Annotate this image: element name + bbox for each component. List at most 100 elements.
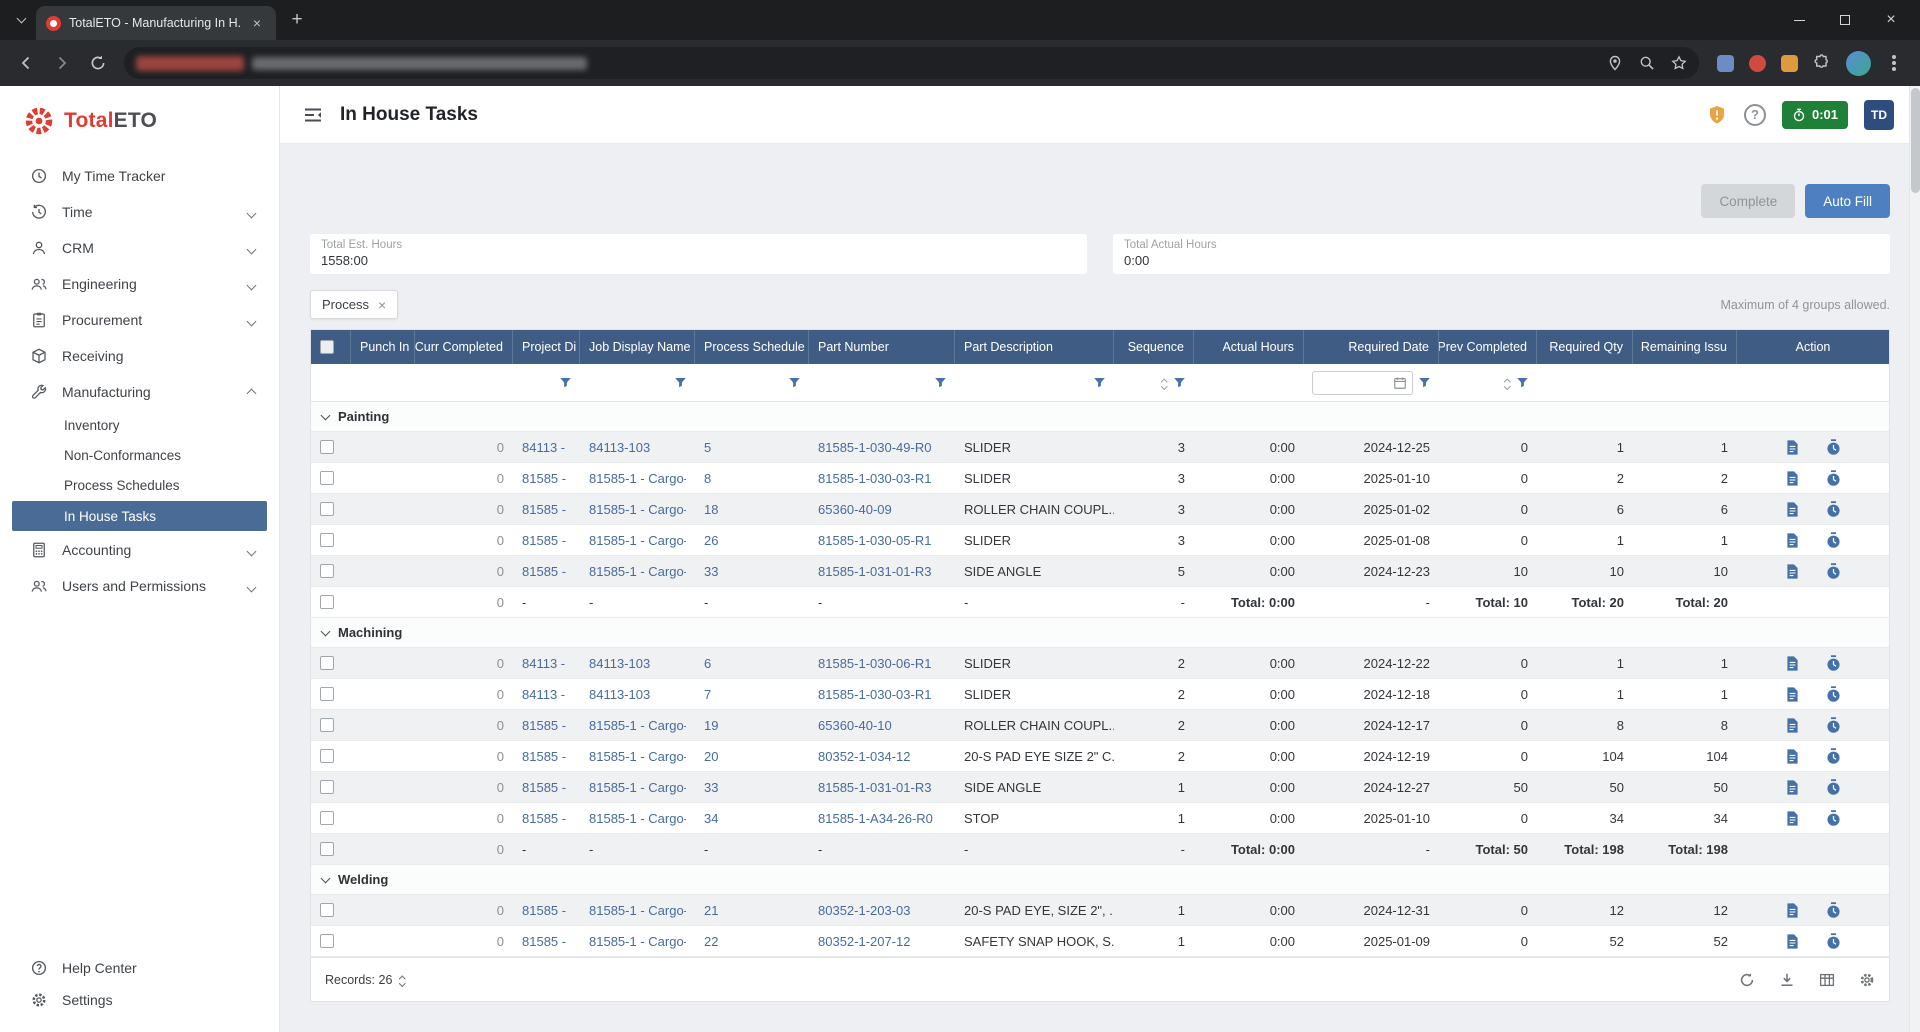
part-link[interactable]: 81585-1-A34-26-R0 [818, 811, 933, 826]
sched-link[interactable]: 22 [704, 934, 718, 949]
punch-clock-icon[interactable] [1825, 686, 1842, 703]
sched-link[interactable]: 19 [704, 718, 718, 733]
scrollbar-thumb[interactable] [1911, 88, 1920, 193]
sched-link[interactable]: 6 [704, 656, 711, 671]
job-link[interactable]: 81585-1 - Cargo- [589, 533, 686, 548]
sched-link[interactable]: 26 [704, 533, 718, 548]
punch-clock-icon[interactable] [1825, 532, 1842, 549]
row-checkbox[interactable] [320, 811, 334, 825]
document-icon[interactable] [1784, 655, 1801, 672]
part-link[interactable]: 81585-1-031-01-R3 [818, 780, 931, 795]
project-link[interactable]: 81585 - [522, 533, 566, 548]
job-link[interactable]: 81585-1 - Cargo- [589, 471, 686, 486]
project-link[interactable]: 81585 - [522, 471, 566, 486]
job-link[interactable]: 81585-1 - Cargo- [589, 934, 686, 949]
filter-sched-icon[interactable] [788, 376, 801, 389]
zoom-icon[interactable] [1639, 55, 1655, 71]
filter-project-icon[interactable] [559, 376, 572, 389]
sched-link[interactable]: 33 [704, 564, 718, 579]
document-icon[interactable] [1784, 439, 1801, 456]
extension-icon[interactable] [1717, 55, 1734, 72]
bookmark-star-icon[interactable] [1671, 55, 1687, 71]
job-link[interactable]: 81585-1 - Cargo- [589, 564, 686, 579]
filter-desc-icon[interactable] [1093, 376, 1106, 389]
extension-icon[interactable] [1781, 55, 1798, 72]
document-icon[interactable] [1784, 563, 1801, 580]
project-link[interactable]: 84113 - [522, 656, 565, 671]
document-icon[interactable] [1784, 933, 1801, 950]
row-checkbox[interactable] [320, 502, 334, 516]
chip-close-icon[interactable]: × [378, 298, 386, 312]
tab-search-button[interactable] [6, 5, 36, 35]
document-icon[interactable] [1784, 748, 1801, 765]
filter-seq-icon[interactable] [1173, 376, 1186, 389]
part-link[interactable]: 80352-1-034-12 [818, 749, 911, 764]
complete-button[interactable]: Complete [1701, 184, 1795, 218]
seq-filter-stepper[interactable] [1162, 377, 1167, 388]
document-icon[interactable] [1784, 810, 1801, 827]
job-link[interactable]: 84113-103 [589, 440, 650, 455]
sidebar-item-settings[interactable]: Settings [0, 984, 279, 1016]
app-logo[interactable]: TotalETO [0, 86, 279, 150]
sidebar-item-procurement[interactable]: Procurement [0, 302, 279, 338]
sidebar-item-crm[interactable]: CRM [0, 230, 279, 266]
project-link[interactable]: 81585 - [522, 718, 566, 733]
part-link[interactable]: 80352-1-207-12 [818, 934, 911, 949]
reload-button[interactable] [82, 47, 114, 79]
punch-clock-icon[interactable] [1825, 563, 1842, 580]
location-pin-icon[interactable] [1607, 55, 1623, 71]
job-link[interactable]: 81585-1 - Cargo- [589, 718, 686, 733]
punch-clock-icon[interactable] [1825, 501, 1842, 518]
punch-clock-icon[interactable] [1825, 902, 1842, 919]
punch-clock-icon[interactable] [1825, 717, 1842, 734]
row-checkbox[interactable] [320, 440, 334, 454]
job-link[interactable]: 81585-1 - Cargo- [589, 749, 686, 764]
sidebar-item-manufacturing[interactable]: Manufacturing [0, 374, 279, 410]
document-icon[interactable] [1784, 686, 1801, 703]
back-button[interactable] [10, 47, 42, 79]
punch-clock-icon[interactable] [1825, 933, 1842, 950]
sched-link[interactable]: 18 [704, 502, 718, 517]
download-icon[interactable] [1779, 972, 1795, 988]
document-icon[interactable] [1784, 470, 1801, 487]
document-icon[interactable] [1784, 902, 1801, 919]
sidebar-item-help-center[interactable]: Help Center [0, 952, 279, 984]
filter-job-icon[interactable] [674, 376, 687, 389]
project-link[interactable]: 81585 - [522, 780, 566, 795]
row-checkbox[interactable] [320, 471, 334, 485]
row-checkbox[interactable] [320, 749, 334, 763]
group-header-welding[interactable]: Welding [311, 865, 1889, 895]
sched-link[interactable]: 20 [704, 749, 718, 764]
row-checkbox[interactable] [320, 533, 334, 547]
time-tracker-pill[interactable]: 0:01 [1782, 101, 1848, 129]
user-avatar[interactable]: TD [1864, 100, 1894, 130]
project-link[interactable]: 81585 - [522, 749, 566, 764]
required-date-filter-input[interactable] [1312, 371, 1413, 395]
total-actual-hours-field[interactable]: Total Actual Hours 0:00 [1113, 234, 1890, 274]
row-checkbox[interactable] [320, 656, 334, 670]
project-link[interactable]: 81585 - [522, 502, 566, 517]
tab-close-icon[interactable]: × [248, 14, 266, 32]
sidebar-collapse-icon[interactable] [302, 104, 324, 126]
sidebar-item-engineering[interactable]: Engineering [0, 266, 279, 302]
sidebar-item-users-and-permissions[interactable]: Users and Permissions [0, 568, 279, 604]
row-checkbox[interactable] [320, 903, 334, 917]
sched-link[interactable]: 34 [704, 811, 718, 826]
job-link[interactable]: 81585-1 - Cargo- [589, 780, 686, 795]
new-tab-button[interactable]: + [282, 5, 312, 35]
part-link[interactable]: 65360-40-10 [818, 718, 892, 733]
part-link[interactable]: 81585-1-030-06-R1 [818, 656, 931, 671]
filter-part-icon[interactable] [934, 376, 947, 389]
sidebar-item-non-conformances[interactable]: Non-Conformances [0, 440, 279, 470]
project-link[interactable]: 84113 - [522, 687, 565, 702]
punch-clock-icon[interactable] [1825, 779, 1842, 796]
sched-link[interactable]: 7 [704, 687, 711, 702]
job-link[interactable]: 81585-1 - Cargo- [589, 903, 686, 918]
project-link[interactable]: 81585 - [522, 564, 566, 579]
sidebar-item-receiving[interactable]: Receiving [0, 338, 279, 374]
group-header-machining[interactable]: Machining [311, 618, 1889, 648]
project-link[interactable]: 81585 - [522, 811, 566, 826]
job-link[interactable]: 81585-1 - Cargo- [589, 811, 686, 826]
address-bar[interactable] [124, 47, 1699, 79]
grid-settings-gear-icon[interactable] [1859, 972, 1875, 988]
